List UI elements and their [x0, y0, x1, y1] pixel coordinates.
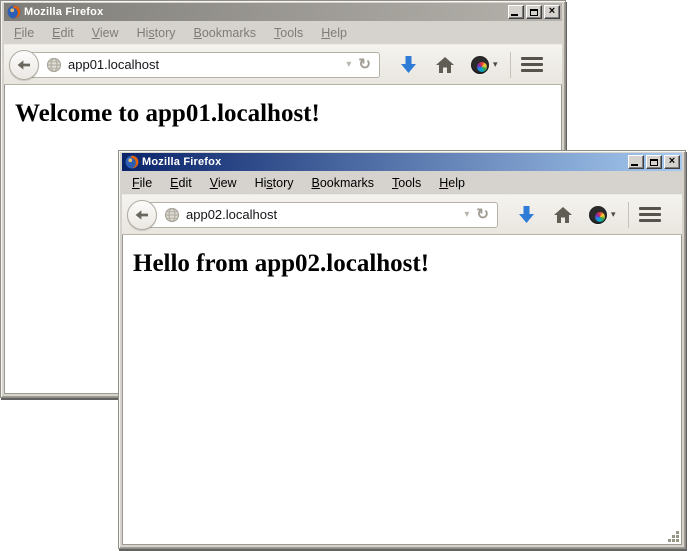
- download-arrow-icon: [518, 205, 535, 224]
- reload-button[interactable]: ↻: [356, 57, 379, 72]
- minimize-button[interactable]: [508, 5, 524, 19]
- download-arrow-icon: [400, 55, 417, 74]
- download-button[interactable]: [518, 205, 535, 224]
- menu-bar: File Edit View History Bookmarks Tools Help: [4, 21, 562, 44]
- toolbar-separator: [628, 202, 629, 228]
- firefox-logo-icon: [125, 155, 139, 169]
- site-identity-globe-icon[interactable]: [46, 57, 62, 73]
- close-icon: ×: [549, 6, 555, 17]
- color-wheel-icon: [471, 56, 489, 74]
- navigation-toolbar: app02.localhost ▾ ↻ ▾: [122, 194, 682, 235]
- minimize-icon: [631, 164, 638, 166]
- menu-history[interactable]: History: [249, 174, 300, 192]
- hamburger-icon: [639, 207, 661, 222]
- urlbar-dropdown-icon[interactable]: ▾: [341, 59, 356, 70]
- page-heading: Hello from app02.localhost!: [133, 250, 681, 278]
- back-arrow-icon: [16, 57, 32, 73]
- menu-help[interactable]: Help: [315, 24, 353, 42]
- window-controls: ×: [508, 5, 560, 19]
- menu-tools[interactable]: Tools: [386, 174, 427, 192]
- content-area: Hello from app02.localhost!: [122, 235, 682, 545]
- home-button[interactable]: [435, 56, 455, 74]
- minimize-icon: [511, 14, 518, 16]
- color-wheel-icon: [589, 206, 607, 224]
- titlebar[interactable]: Mozilla Firefox ×: [4, 3, 562, 21]
- menu-bar: File Edit View History Bookmarks Tools Help: [122, 171, 682, 194]
- maximize-button[interactable]: [646, 155, 662, 169]
- window-title: Mozilla Firefox: [142, 156, 221, 168]
- menu-file[interactable]: File: [8, 24, 40, 42]
- menu-view[interactable]: View: [204, 174, 243, 192]
- home-icon: [435, 56, 455, 74]
- window-title: Mozilla Firefox: [24, 6, 103, 18]
- page-heading: Welcome to app01.localhost!: [15, 100, 561, 128]
- navigation-toolbar: app01.localhost ▾ ↻ ▾: [4, 44, 562, 85]
- menu-bookmarks[interactable]: Bookmarks: [306, 174, 381, 192]
- home-button[interactable]: [553, 206, 573, 224]
- menu-view[interactable]: View: [86, 24, 125, 42]
- maximize-icon: [650, 159, 658, 166]
- url-text: app02.localhost: [186, 207, 459, 222]
- firefox-logo-icon: [7, 5, 21, 19]
- titlebar[interactable]: Mozilla Firefox ×: [122, 153, 682, 171]
- urlbar-dropdown-icon[interactable]: ▾: [459, 209, 474, 220]
- menu-edit[interactable]: Edit: [164, 174, 198, 192]
- maximize-icon: [530, 9, 538, 16]
- menu-history[interactable]: History: [131, 24, 182, 42]
- addon-button[interactable]: ▾: [471, 56, 498, 74]
- menu-help[interactable]: Help: [433, 174, 471, 192]
- hamburger-icon: [521, 57, 543, 72]
- maximize-button[interactable]: [526, 5, 542, 19]
- window-controls: ×: [628, 155, 680, 169]
- site-identity-globe-icon[interactable]: [164, 207, 180, 223]
- back-button[interactable]: [9, 50, 39, 80]
- back-button[interactable]: [127, 200, 157, 230]
- reload-button[interactable]: ↻: [474, 207, 497, 222]
- url-bar[interactable]: app02.localhost ▾ ↻: [142, 202, 498, 228]
- hamburger-menu-button[interactable]: [521, 57, 543, 72]
- addon-button[interactable]: ▾: [589, 206, 616, 224]
- close-button[interactable]: ×: [544, 5, 560, 19]
- menu-bookmarks[interactable]: Bookmarks: [188, 24, 263, 42]
- menu-tools[interactable]: Tools: [268, 24, 309, 42]
- menu-file[interactable]: File: [126, 174, 158, 192]
- close-icon: ×: [669, 156, 675, 167]
- home-icon: [553, 206, 573, 224]
- resize-grip[interactable]: [666, 529, 680, 543]
- toolbar-separator: [510, 52, 511, 78]
- back-arrow-icon: [134, 207, 150, 223]
- download-button[interactable]: [400, 55, 417, 74]
- url-text: app01.localhost: [68, 57, 341, 72]
- addon-caret-icon: ▾: [493, 59, 498, 70]
- window-app02[interactable]: Mozilla Firefox × File Edit View History Boo…: [118, 150, 686, 549]
- menu-edit[interactable]: Edit: [46, 24, 80, 42]
- addon-caret-icon: ▾: [611, 209, 616, 220]
- close-button[interactable]: ×: [664, 155, 680, 169]
- hamburger-menu-button[interactable]: [639, 207, 661, 222]
- minimize-button[interactable]: [628, 155, 644, 169]
- url-bar[interactable]: app01.localhost ▾ ↻: [24, 52, 380, 78]
